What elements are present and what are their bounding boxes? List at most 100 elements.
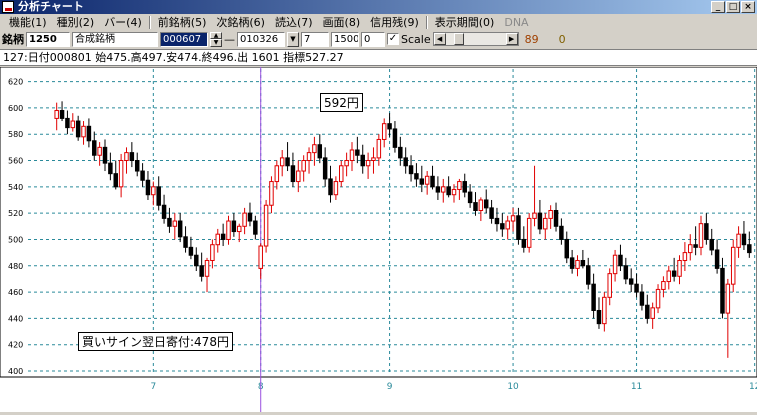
title-bar[interactable]: 分析チャート _ □ × bbox=[0, 0, 757, 14]
candle-body bbox=[220, 233, 226, 240]
analysis-chart-window: 分析チャート _ □ × 機能(1) 種別(2) バー(4) 前銘柄(5) 次銘… bbox=[0, 0, 757, 412]
end-date-select[interactable]: 010326 bbox=[237, 31, 285, 47]
start-date-spinner[interactable]: ▲ ▼ bbox=[210, 31, 222, 47]
candle-body bbox=[537, 212, 543, 230]
candle-body bbox=[591, 283, 596, 311]
menu-type[interactable]: 種別(2) bbox=[52, 14, 100, 31]
plot-frame bbox=[0, 66, 757, 378]
y-tick-label: 600 bbox=[8, 104, 23, 113]
candle-body bbox=[344, 160, 349, 167]
candle-body bbox=[161, 204, 167, 219]
y-tick-label: 460 bbox=[8, 288, 23, 297]
candle-body bbox=[392, 128, 398, 148]
x-tick-label: 9 bbox=[387, 382, 393, 392]
menu-load[interactable]: 読込(7) bbox=[270, 14, 318, 31]
candle-body bbox=[661, 281, 666, 290]
candle-body bbox=[226, 220, 231, 240]
info-bar: 127:日付000801 始475.高497.安474.終496.出 1601 … bbox=[0, 49, 757, 66]
candle-body bbox=[70, 120, 76, 129]
start-date-input[interactable]: 000607 bbox=[160, 31, 208, 47]
candle-body bbox=[231, 220, 237, 233]
menu-next-stock[interactable]: 次銘柄(6) bbox=[211, 14, 270, 31]
count-input[interactable]: 1500 bbox=[331, 31, 359, 47]
scroll-thumb[interactable] bbox=[453, 33, 464, 45]
menu-prev-stock[interactable]: 前銘柄(5) bbox=[153, 14, 212, 31]
readout-value-2: 0 bbox=[558, 32, 566, 46]
scale-scrollbar[interactable]: ◀ ▶ bbox=[432, 32, 519, 46]
candle-body bbox=[430, 175, 435, 188]
candle-body bbox=[559, 225, 564, 240]
candle-body bbox=[204, 259, 210, 277]
candle-body bbox=[747, 244, 752, 254]
period-input[interactable]: 7 bbox=[301, 31, 329, 47]
candle-body bbox=[628, 278, 634, 285]
menu-display-period[interactable]: 表示期間(0) bbox=[430, 14, 500, 31]
candle-body bbox=[543, 217, 548, 230]
candle-body bbox=[167, 217, 172, 227]
candle-body bbox=[698, 223, 704, 248]
candle-body bbox=[441, 186, 446, 193]
candle-body bbox=[682, 252, 688, 261]
scale-checkbox[interactable]: ✓ bbox=[387, 33, 399, 45]
candle-body bbox=[349, 149, 355, 162]
candle-body bbox=[328, 178, 333, 196]
code-input[interactable]: 1250 bbox=[26, 31, 70, 47]
candle-body bbox=[65, 117, 70, 129]
candle-body bbox=[462, 181, 467, 193]
candle-body bbox=[553, 210, 559, 227]
candle-body bbox=[645, 304, 650, 319]
candlestick-chart[interactable]: 6206005805605405205004804604404204007891… bbox=[0, 66, 757, 412]
menu-screen[interactable]: 画面(8) bbox=[318, 14, 366, 31]
candle-body bbox=[741, 233, 747, 246]
candle-body bbox=[97, 146, 102, 156]
scroll-right-icon[interactable]: ▶ bbox=[505, 33, 518, 45]
candle-body bbox=[666, 270, 672, 283]
candle-body bbox=[451, 188, 457, 196]
candle-body bbox=[596, 309, 602, 325]
candle-body bbox=[360, 154, 365, 167]
candle-body bbox=[526, 217, 532, 248]
candle-body bbox=[725, 283, 731, 314]
menu-dna[interactable]: DNA bbox=[499, 14, 533, 31]
menu-margin-balance[interactable]: 信用残(9) bbox=[365, 14, 424, 31]
spin-down-icon[interactable]: ▼ bbox=[210, 39, 222, 47]
candle-body bbox=[736, 233, 741, 248]
y-tick-label: 520 bbox=[8, 209, 23, 218]
menu-function[interactable]: 機能(1) bbox=[4, 14, 52, 31]
y-tick-label: 540 bbox=[8, 183, 23, 192]
spin-up-icon[interactable]: ▲ bbox=[210, 31, 222, 39]
chart-canvas[interactable]: 6206005805605405205004804604404204007891… bbox=[0, 66, 757, 412]
chevron-down-icon[interactable]: ▼ bbox=[287, 31, 299, 47]
candle-body bbox=[387, 123, 392, 130]
menu-bar-style[interactable]: バー(4) bbox=[99, 14, 147, 31]
y-tick-label: 400 bbox=[8, 367, 23, 376]
candle-body bbox=[623, 265, 629, 280]
candle-body bbox=[505, 220, 510, 230]
toolbar: 銘柄 1250 合成銘柄 000607 ▲ ▼ — 010326 ▼ 7 1500… bbox=[0, 31, 757, 47]
scroll-left-icon[interactable]: ◀ bbox=[433, 33, 446, 45]
x-tick-label: 7 bbox=[150, 382, 156, 392]
candle-body bbox=[312, 144, 317, 154]
maximize-button[interactable]: □ bbox=[726, 1, 740, 13]
candle-body bbox=[569, 257, 575, 269]
candle-body bbox=[247, 212, 253, 222]
candle-body bbox=[285, 157, 290, 167]
candle-body bbox=[124, 152, 129, 162]
candle-body bbox=[253, 220, 258, 235]
candle-body bbox=[730, 246, 736, 285]
stock-name-field[interactable]: 合成銘柄 bbox=[72, 31, 158, 47]
candle-body bbox=[639, 291, 645, 306]
candle-body bbox=[376, 138, 382, 159]
readout-value-1: 89 bbox=[524, 32, 539, 46]
offset-input[interactable]: 0 bbox=[361, 31, 385, 47]
menu-separator bbox=[148, 16, 151, 29]
candle-body bbox=[118, 160, 124, 188]
close-button[interactable]: × bbox=[741, 1, 755, 13]
app-chart-icon bbox=[2, 1, 14, 13]
candle-body bbox=[634, 283, 639, 293]
candle-body bbox=[129, 152, 135, 162]
candle-body bbox=[709, 238, 714, 251]
candle-body bbox=[575, 259, 580, 269]
minimize-button[interactable]: _ bbox=[711, 1, 725, 13]
code-label: 銘柄 bbox=[2, 33, 24, 46]
